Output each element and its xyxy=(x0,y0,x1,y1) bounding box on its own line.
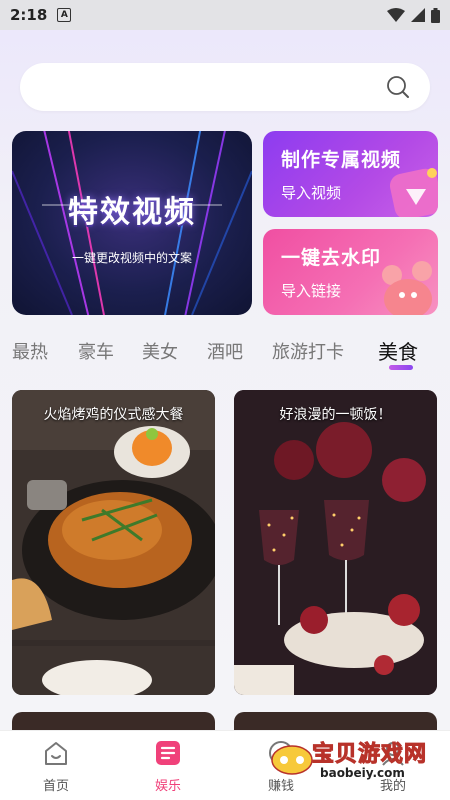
nav-home[interactable]: 首页 xyxy=(0,731,112,800)
mascot-icon xyxy=(382,261,432,315)
remove-watermark-banner[interactable]: 一键去水印 导入链接 xyxy=(263,229,438,315)
nav-entertainment[interactable]: 娱乐 xyxy=(112,731,224,800)
effects-banner-subtitle: 一键更改视频中的文案 xyxy=(71,251,192,265)
entertainment-icon xyxy=(156,741,180,765)
signal-icon xyxy=(411,8,425,22)
romantic-meal-thumbnail xyxy=(234,390,437,695)
search-input[interactable] xyxy=(20,63,380,111)
battery-icon xyxy=(431,7,440,23)
effects-video-banner[interactable]: 特效视频 一键更改视频中的文案 xyxy=(12,131,252,315)
watermark-title: 宝贝游戏网 xyxy=(311,742,428,768)
roast-chicken-thumbnail xyxy=(12,390,215,695)
import-link-label: 导入链接 xyxy=(281,282,342,300)
category-tabs: 最热 豪车 美女 酒吧 旅游打卡 美食 xyxy=(0,334,450,374)
home-icon xyxy=(45,742,67,765)
card-caption: 好浪漫的一顿饭！ xyxy=(279,407,392,423)
notification-icon: A xyxy=(57,8,72,22)
status-time: 2:18 xyxy=(10,6,48,24)
status-bar: 2:18 A xyxy=(0,0,450,30)
tab-travel-checkin[interactable]: 旅游打卡 xyxy=(272,338,344,364)
site-watermark: 宝贝游戏网 baobeiy.com xyxy=(268,730,448,790)
tab-beauty[interactable]: 美女 xyxy=(142,338,178,364)
custom-video-banner[interactable]: 制作专属视频 导入视频 xyxy=(263,131,438,217)
search-bar[interactable] xyxy=(20,63,430,111)
tab-bar[interactable]: 酒吧 xyxy=(207,338,243,364)
video-play-icon xyxy=(389,168,438,217)
video-card-romantic-meal[interactable]: 好浪漫的一顿饭！ xyxy=(234,390,437,695)
active-tab-indicator xyxy=(389,365,413,370)
watermark-url: baobeiy.com xyxy=(320,766,405,780)
search-icon[interactable] xyxy=(386,75,410,99)
nav-entertainment-label: 娱乐 xyxy=(154,779,181,794)
remove-watermark-title: 一键去水印 xyxy=(281,247,382,269)
tab-food[interactable]: 美食 xyxy=(378,336,418,365)
gamepad-icon xyxy=(271,745,313,775)
tab-hottest[interactable]: 最热 xyxy=(12,338,48,364)
nav-home-label: 首页 xyxy=(42,779,69,794)
card-caption: 火焰烤鸡的仪式感大餐 xyxy=(43,407,184,423)
video-card-roast-chicken[interactable]: 火焰烤鸡的仪式感大餐 xyxy=(12,390,215,695)
status-icons xyxy=(387,7,440,23)
wifi-icon xyxy=(387,8,405,22)
tab-luxury-cars[interactable]: 豪车 xyxy=(78,338,114,364)
effects-banner-title: 特效视频 xyxy=(68,195,196,230)
import-video-label: 导入视频 xyxy=(281,184,342,202)
